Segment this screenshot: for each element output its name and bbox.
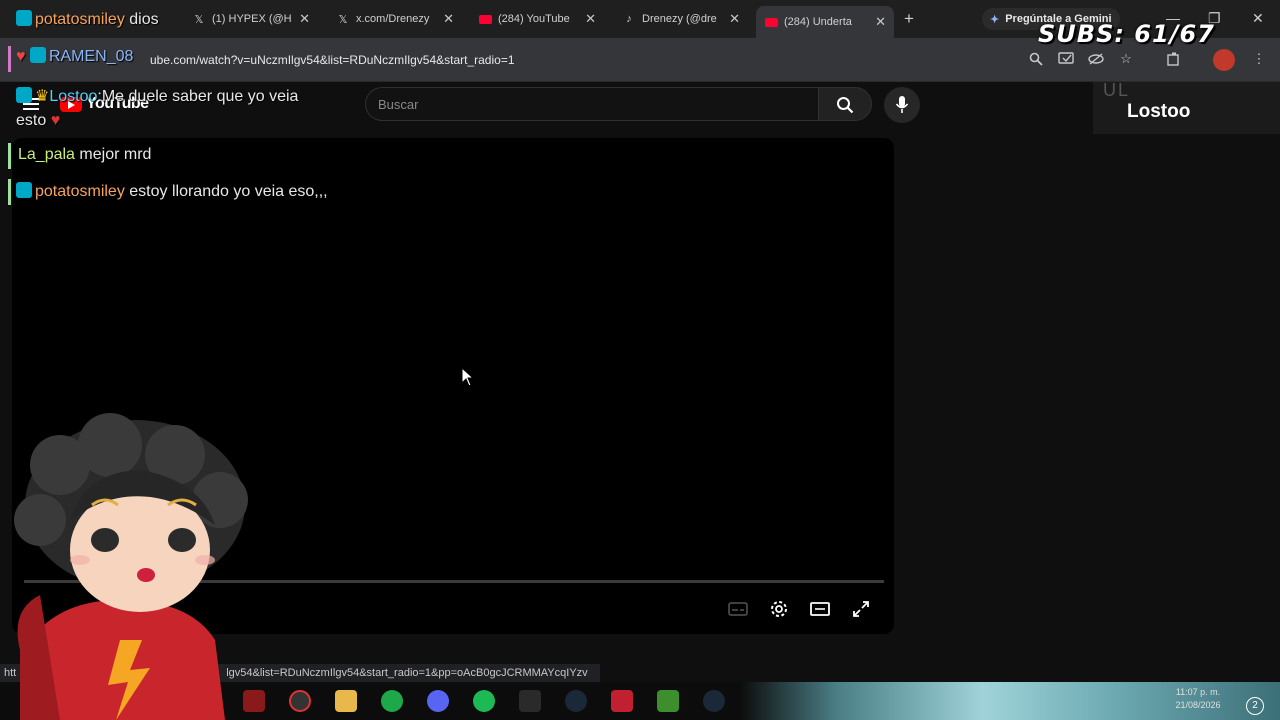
new-tab-button[interactable]: + bbox=[904, 9, 914, 29]
close-tab-icon[interactable]: ✕ bbox=[875, 14, 886, 30]
chat-username: potatosmiley bbox=[35, 183, 125, 200]
search-placeholder: Buscar bbox=[378, 97, 419, 112]
x-logo-icon: 𝕏 bbox=[194, 13, 204, 26]
chat-text: estoy llorando yo veia eso,,, bbox=[129, 183, 328, 200]
streamer-name-label: Lostoo bbox=[1127, 101, 1191, 122]
close-tab-icon[interactable]: ✕ bbox=[729, 11, 740, 27]
browser-menu-icon[interactable]: ⋮ bbox=[1250, 50, 1268, 68]
tab-title: x.com/Drenezy bbox=[356, 13, 430, 25]
x-logo-icon: 𝕏 bbox=[338, 13, 348, 26]
clock-date: 21/08/2026 bbox=[1175, 700, 1221, 710]
chat-badge-icon bbox=[29, 47, 46, 63]
epic-games-icon[interactable] bbox=[519, 690, 541, 712]
chat-text: mejor mrd bbox=[79, 146, 152, 163]
chat-message: ♛Lostoo:Me duele saber que yo veia bbox=[16, 86, 298, 106]
close-tab-icon[interactable]: ✕ bbox=[299, 11, 310, 27]
broken-heart-icon: ♥ bbox=[50, 112, 61, 129]
refresh-app-icon[interactable] bbox=[381, 690, 403, 712]
chat-text: esto bbox=[16, 112, 47, 129]
tab-title: (284) Underta bbox=[784, 16, 852, 28]
gemini-icon: ✦ bbox=[990, 13, 1000, 26]
close-window-icon[interactable]: ✕ bbox=[1252, 10, 1264, 27]
tab-undertale-active[interactable]: (284) Underta ✕ bbox=[756, 6, 894, 38]
watermark-logo: UL bbox=[1103, 80, 1131, 100]
tab-title: (1) HYPEX (@H bbox=[212, 13, 292, 25]
extensions-icon[interactable] bbox=[1165, 50, 1183, 68]
chat-message: ♥ RAMEN_08 bbox=[16, 47, 133, 66]
subtitles-icon[interactable] bbox=[727, 598, 749, 620]
chat-text: dios bbox=[129, 11, 159, 28]
search-input[interactable] bbox=[365, 87, 818, 121]
tab-hypex[interactable]: 𝕏 (1) HYPEX (@H ✕ bbox=[184, 6, 318, 32]
chat-message: La_pala mejor mrd bbox=[18, 146, 151, 164]
theater-mode-icon[interactable] bbox=[809, 598, 831, 620]
tab-tiktok-drenezy[interactable]: ♪ Drenezy (@dre ✕ bbox=[614, 6, 748, 32]
subs-counter: SUBS: 61/67 bbox=[1038, 20, 1215, 48]
chat-badge-icon bbox=[16, 10, 32, 26]
close-tab-icon[interactable]: ✕ bbox=[585, 11, 596, 27]
steam-icon[interactable] bbox=[703, 690, 725, 712]
chat-badge-icon bbox=[16, 182, 32, 198]
x-app-icon[interactable] bbox=[611, 690, 633, 712]
zoom-icon[interactable] bbox=[1027, 50, 1045, 68]
chat-message: potatosmiley estoy llorando yo veia eso,… bbox=[16, 182, 328, 201]
tab-x-drenezy[interactable]: 𝕏 x.com/Drenezy ✕ bbox=[328, 6, 462, 32]
chat-username: La_pala bbox=[18, 146, 75, 163]
screen: 𝕏 (1) HYPEX (@H ✕ 𝕏 x.com/Drenezy ✕ (284… bbox=[0, 0, 1280, 720]
tab-title: (284) YouTube bbox=[498, 13, 570, 25]
spotify-icon[interactable] bbox=[473, 690, 495, 712]
chat-badge-icon bbox=[16, 87, 32, 103]
taskbar-clock[interactable]: 11:07 p. m. 21/08/2026 bbox=[1168, 686, 1228, 712]
mouse-cursor-icon bbox=[461, 367, 475, 387]
vtuber-avatar bbox=[14, 413, 248, 720]
microphone-icon bbox=[895, 96, 909, 113]
chat-message-continuation: esto ♥ bbox=[16, 112, 60, 130]
youtube-icon bbox=[764, 15, 778, 29]
chat-text: Me duele saber que yo veia bbox=[101, 88, 299, 105]
hide-eye-icon[interactable] bbox=[1087, 50, 1105, 68]
discord-icon[interactable] bbox=[427, 690, 449, 712]
minecraft-icon[interactable] bbox=[657, 690, 679, 712]
record-app-icon[interactable] bbox=[289, 690, 311, 712]
steam-icon[interactable] bbox=[565, 690, 587, 712]
chat-accent-strip bbox=[8, 143, 11, 169]
chat-username: RAMEN_08 bbox=[48, 48, 134, 65]
chat-username: Lostoo bbox=[49, 88, 98, 105]
url-field[interactable]: ube.com/watch?v=uNczmIlgv54&list=RDuNczm… bbox=[150, 53, 515, 67]
notification-badge[interactable]: 2 bbox=[1246, 697, 1264, 715]
clock-time: 11:07 p. m. bbox=[1175, 687, 1221, 697]
cast-icon[interactable] bbox=[1057, 50, 1075, 68]
search-icon bbox=[837, 97, 854, 114]
youtube-icon bbox=[478, 12, 492, 26]
folder-icon[interactable] bbox=[335, 690, 357, 712]
profile-avatar[interactable] bbox=[1213, 49, 1235, 71]
chat-accent-strip bbox=[8, 46, 11, 72]
settings-gear-icon[interactable] bbox=[768, 598, 790, 620]
chat-accent-strip bbox=[8, 179, 11, 205]
heart-icon: ♥ bbox=[16, 48, 26, 65]
chat-username: potatosmiley bbox=[35, 11, 125, 28]
fullscreen-icon[interactable] bbox=[850, 598, 872, 620]
bookmark-star-icon[interactable]: ☆ bbox=[1117, 50, 1135, 68]
crown-icon: ♛ bbox=[35, 88, 50, 105]
status-url-text: lgv54&list=RDuNczmIlgv54&start_radio=1&p… bbox=[226, 667, 588, 679]
tab-youtube[interactable]: (284) YouTube ✕ bbox=[470, 6, 604, 32]
chat-message: potatosmiley dios bbox=[16, 10, 159, 29]
tab-title: Drenezy (@dre bbox=[642, 13, 717, 25]
voice-search-button[interactable] bbox=[884, 87, 920, 123]
tiktok-icon: ♪ bbox=[626, 13, 632, 25]
close-tab-icon[interactable]: ✕ bbox=[443, 11, 454, 27]
search-button[interactable] bbox=[818, 87, 872, 121]
